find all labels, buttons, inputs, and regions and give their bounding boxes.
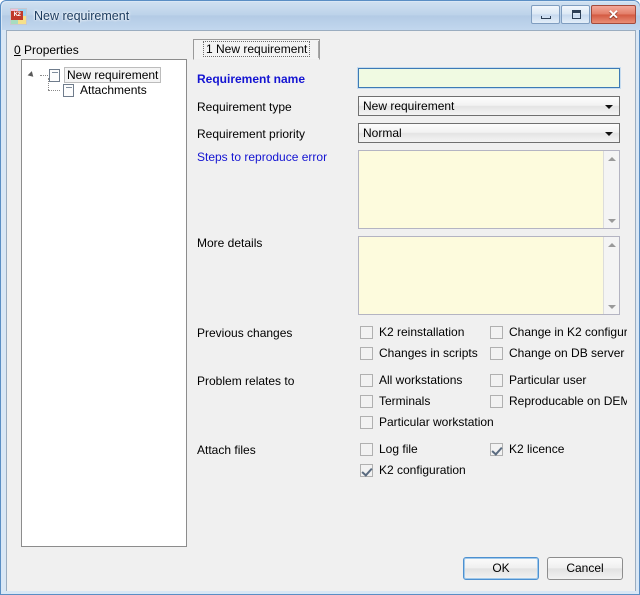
checkbox-label: Particular user (509, 373, 587, 387)
steps-to-reproduce-textarea[interactable] (358, 150, 620, 229)
requirement-type-value: New requirement (363, 99, 455, 113)
scroll-up-icon[interactable] (604, 151, 620, 166)
checkbox-box (490, 346, 503, 360)
properties-label: 0 Properties (14, 43, 79, 57)
more-details-label: More details (197, 236, 263, 250)
checkbox-box (490, 325, 503, 339)
close-icon: ✕ (608, 7, 619, 22)
document-icon (49, 68, 60, 82)
tab-strip: 1 New requirement (193, 39, 627, 61)
window-title: New requirement (34, 9, 130, 23)
minimize-button[interactable] (531, 5, 560, 24)
checkbox-box (360, 373, 373, 387)
caption-buttons: ✕ (531, 5, 636, 24)
checkbox-k2-licence[interactable]: K2 licence (490, 442, 627, 456)
ok-button[interactable]: OK (463, 557, 539, 580)
requirement-type-label: Requirement type (197, 100, 292, 114)
chevron-down-icon (605, 105, 613, 109)
tree-connector (40, 74, 48, 76)
title-bar: K2 New requirement ✕ (2, 2, 640, 30)
maximize-icon (572, 10, 581, 19)
chevron-down-icon (605, 132, 613, 136)
checkbox-label: Terminals (379, 394, 431, 408)
k2-app-icon: K2 (10, 7, 27, 25)
tree-item-label: New requirement (64, 67, 162, 83)
checkbox-label: Change in K2 configura (509, 325, 627, 339)
problem-relates-to-label: Problem relates to (197, 374, 295, 388)
checkbox-label: Particular workstation (379, 415, 494, 429)
checkbox-changes-in-scripts[interactable]: Changes in scripts (360, 346, 478, 360)
cancel-button[interactable]: Cancel (547, 557, 623, 580)
checkbox-box (360, 325, 373, 339)
scroll-up-icon[interactable] (604, 237, 620, 252)
checkbox-box (360, 346, 373, 360)
checkbox-reproducable-on-demo[interactable]: Reproducable on DEMC (490, 394, 627, 408)
checkbox-label: Log file (379, 442, 418, 456)
requirement-priority-dropdown[interactable]: Normal (358, 123, 620, 143)
scroll-down-icon[interactable] (604, 299, 620, 314)
properties-accel-key: 0 (14, 43, 21, 57)
scrollbar-vertical[interactable] (603, 151, 619, 228)
checkbox-particular-workstation[interactable]: Particular workstation (360, 415, 494, 429)
dialog-window: K2 New requirement ✕ 0 Properties New re… (0, 0, 640, 595)
tab-label: 1 New requirement (203, 41, 311, 57)
checkbox-box (490, 373, 503, 387)
checkbox-label: Changes in scripts (379, 346, 478, 360)
checkbox-label: K2 licence (509, 442, 565, 456)
minimize-icon (541, 16, 551, 19)
close-button[interactable]: ✕ (591, 5, 636, 24)
checkbox-label: All workstations (379, 373, 463, 387)
tab-new-requirement[interactable]: 1 New requirement (193, 39, 321, 60)
checkbox-particular-user[interactable]: Particular user (490, 373, 627, 387)
previous-changes-label: Previous changes (197, 326, 293, 340)
scroll-down-icon[interactable] (604, 213, 620, 228)
requirement-name-input[interactable] (357, 67, 621, 89)
tree-item-label: Attachments (80, 83, 147, 97)
checkbox-box (360, 394, 373, 408)
attach-files-label: Attach files (197, 443, 256, 457)
properties-tree[interactable]: New requirement Attachments (21, 59, 187, 547)
checkbox-all-workstations[interactable]: All workstations (360, 373, 462, 387)
checkbox-change-on-db-server[interactable]: Change on DB server (490, 346, 627, 360)
requirement-type-dropdown[interactable]: New requirement (358, 96, 620, 116)
checkbox-k2-configuration[interactable]: K2 configuration (360, 463, 466, 477)
scrollbar-vertical[interactable] (603, 237, 619, 314)
more-details-textarea[interactable] (358, 236, 620, 315)
collapse-triangle-icon[interactable] (28, 70, 38, 80)
checkbox-label: Change on DB server (509, 346, 625, 360)
properties-label-text: Properties (20, 43, 79, 57)
checkbox-change-in-k2-configuration[interactable]: Change in K2 configura (490, 325, 627, 339)
requirement-priority-label: Requirement priority (197, 127, 306, 141)
checkbox-box (360, 463, 373, 477)
steps-to-reproduce-label: Steps to reproduce error (197, 150, 328, 164)
checkbox-k2-reinstallation[interactable]: K2 reinstallation (360, 325, 464, 339)
checkbox-box (490, 394, 503, 408)
requirement-priority-value: Normal (363, 126, 402, 140)
requirement-name-label: Requirement name (197, 72, 306, 86)
checkbox-box (360, 442, 373, 456)
checkbox-label: K2 reinstallation (379, 325, 465, 339)
checkbox-terminals[interactable]: Terminals (360, 394, 430, 408)
maximize-button[interactable] (561, 5, 590, 24)
checkbox-box (490, 442, 503, 456)
checkbox-log-file[interactable]: Log file (360, 442, 418, 456)
checkbox-label: Reproducable on DEMC (509, 394, 627, 408)
tree-item-attachments[interactable]: Attachments (48, 78, 149, 97)
tree-connector (48, 78, 62, 96)
checkbox-box (360, 415, 373, 429)
checkbox-label: K2 configuration (379, 463, 466, 477)
documents-stack-icon (63, 81, 75, 97)
tab-separator (318, 41, 319, 58)
